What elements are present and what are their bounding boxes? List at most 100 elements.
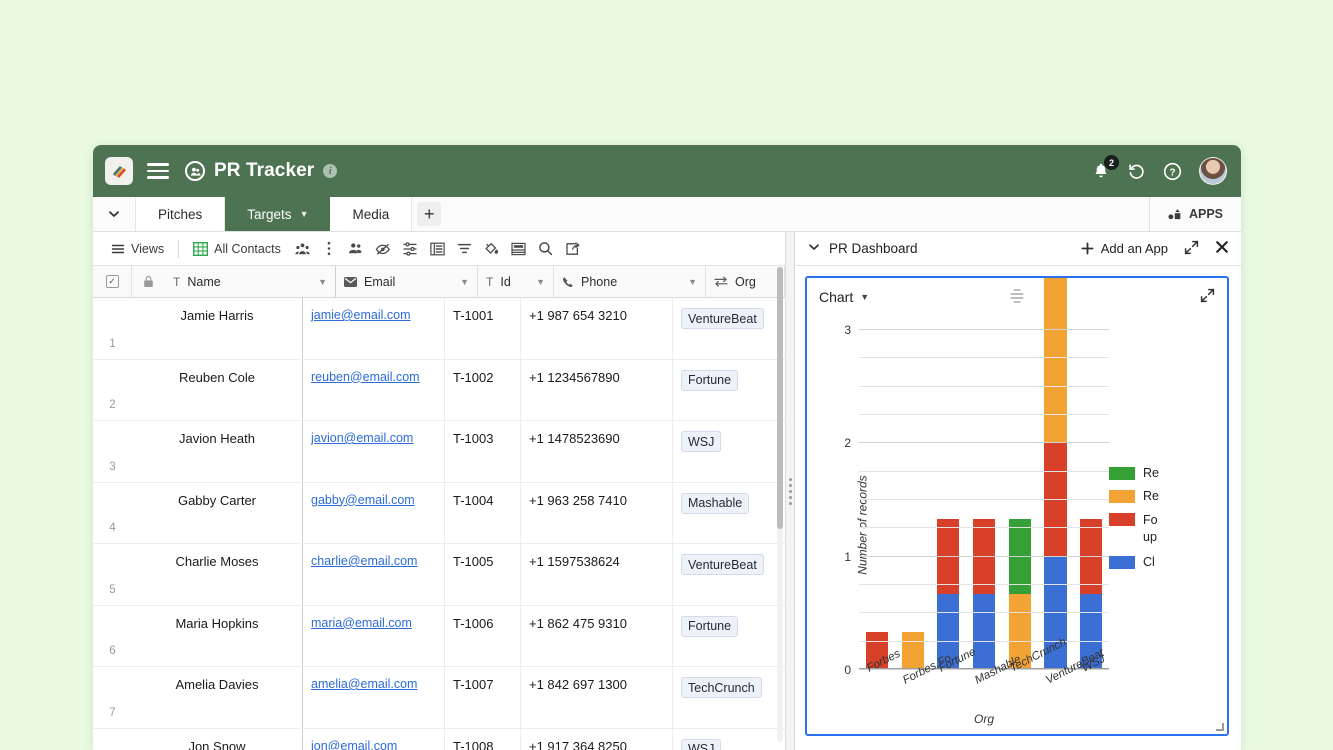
cell-name[interactable]: Jamie Harris	[132, 298, 303, 359]
chart-legend-item[interactable]: Re	[1109, 489, 1227, 503]
tab-targets-chevron-down-icon[interactable]: ▼	[300, 209, 309, 219]
cell-org[interactable]: WSJ	[673, 421, 785, 482]
hide-eye-icon[interactable]	[370, 232, 397, 265]
bell-icon[interactable]: 2	[1092, 155, 1119, 180]
add-tab-button[interactable]: +	[412, 197, 446, 231]
current-view-button[interactable]: All Contacts	[185, 232, 289, 265]
email-link[interactable]: reuben@email.com	[311, 370, 420, 421]
cell-org[interactable]: Fortune	[673, 360, 785, 421]
cell-email[interactable]: reuben@email.com	[303, 359, 445, 421]
cell-id[interactable]: T-1004	[445, 482, 521, 543]
column-header-org[interactable]: Org	[706, 266, 785, 297]
info-icon[interactable]: i	[323, 164, 338, 178]
chart-bar-segment[interactable]	[972, 594, 996, 670]
cell-org[interactable]: VentureBeat	[673, 298, 785, 359]
dashboard-expand-diagonal-icon[interactable]	[1184, 240, 1199, 258]
email-link[interactable]: gabby@email.com	[311, 493, 415, 544]
tab-pitches[interactable]: Pitches	[136, 197, 226, 231]
column-header-id-chevron-down-icon[interactable]: ▼	[536, 277, 545, 287]
chart-legend-item[interactable]: Fo up	[1109, 512, 1227, 546]
add-user-icon[interactable]	[343, 232, 370, 265]
cell-name[interactable]: Jon Snow	[132, 728, 303, 750]
column-header-email[interactable]: Email ▼	[336, 266, 478, 297]
export-icon[interactable]	[559, 232, 586, 265]
org-reference-chip[interactable]: Mashable	[681, 492, 750, 514]
widget-expand-diagonal-icon[interactable]	[1200, 288, 1215, 306]
email-link[interactable]: jamie@email.com	[311, 308, 411, 359]
cell-id[interactable]: T-1007	[445, 667, 521, 728]
widget-chevron-down-icon[interactable]: ▼	[860, 292, 869, 302]
hamburger-menu-icon[interactable]	[147, 159, 169, 183]
column-header-name[interactable]: T Name ▼	[165, 266, 336, 297]
cell-phone[interactable]: +1 1597538624	[521, 544, 673, 605]
fill-color-icon[interactable]	[478, 232, 505, 265]
cell-phone[interactable]: +1 963 258 7410	[521, 482, 673, 543]
table-row[interactable]: 8Jon Snow jon@email.com T-1008+1 917 364 8…	[93, 728, 785, 750]
chart-bar[interactable]	[937, 443, 960, 670]
org-reference-chip[interactable]: Fortune	[681, 615, 739, 637]
sort-settings-icon[interactable]	[397, 232, 424, 265]
cell-org[interactable]: VentureBeat	[673, 544, 785, 605]
email-link[interactable]: maria@email.com	[311, 616, 412, 667]
pane-splitter[interactable]	[785, 232, 795, 750]
cell-name[interactable]: Amelia Davies	[132, 667, 303, 728]
chart-widget[interactable]: Chart ▼ Number of records 0123 Forbes Fo…	[805, 276, 1229, 736]
org-reference-chip[interactable]: Fortune	[681, 369, 739, 391]
widget-title[interactable]: Chart	[819, 289, 853, 305]
chart-bar[interactable]	[1008, 443, 1031, 670]
chart-legend-item[interactable]: Re	[1109, 466, 1227, 480]
column-header-phone[interactable]: Phone ▼	[554, 266, 706, 297]
email-link[interactable]: amelia@email.com	[311, 677, 417, 728]
chart-bar[interactable]	[1044, 278, 1067, 670]
views-button[interactable]: Views	[103, 232, 172, 265]
cell-id[interactable]: T-1002	[445, 359, 521, 420]
email-link[interactable]: jon@email.com	[311, 739, 397, 750]
chart-legend-item[interactable]: Cl	[1109, 555, 1227, 569]
widget-resize-corner-icon[interactable]	[1216, 723, 1224, 731]
add-an-app-button[interactable]: Add an App	[1081, 241, 1168, 256]
select-all-checkbox[interactable]: ✓	[93, 266, 132, 297]
cell-phone[interactable]: +1 1478523690	[521, 421, 673, 482]
email-link[interactable]: javion@email.com	[311, 431, 413, 482]
widget-drag-grip-icon[interactable]	[1010, 289, 1024, 303]
cell-name[interactable]: Gabby Carter	[132, 482, 303, 543]
cell-email[interactable]: jamie@email.com	[303, 298, 445, 359]
cell-id[interactable]: T-1008	[445, 728, 521, 750]
column-header-name-chevron-down-icon[interactable]: ▼	[318, 277, 327, 287]
filter-icon[interactable]	[451, 232, 478, 265]
history-revert-icon[interactable]	[1127, 162, 1146, 181]
grid-vertical-scrollbar[interactable]	[777, 264, 783, 742]
cell-email[interactable]: maria@email.com	[303, 605, 445, 667]
column-header-email-chevron-down-icon[interactable]: ▼	[460, 277, 469, 287]
cell-org[interactable]: TechCrunch	[673, 667, 785, 728]
cell-email[interactable]: javion@email.com	[303, 421, 445, 482]
chart-bar[interactable]	[972, 443, 996, 670]
cell-id[interactable]: T-1005	[445, 544, 521, 605]
cell-id[interactable]: T-1001	[445, 298, 521, 359]
table-row[interactable]: 5 Charlie Moses charlie@email.com T-1005 +1 …	[93, 544, 785, 606]
column-header-phone-chevron-down-icon[interactable]: ▼	[688, 277, 697, 287]
app-logo-icon[interactable]	[105, 157, 133, 185]
email-link[interactable]: charlie@email.com	[311, 554, 417, 605]
cell-email[interactable]: gabby@email.com	[303, 482, 445, 544]
org-reference-chip[interactable]: VentureBeat	[681, 308, 764, 329]
cell-phone[interactable]: +1 862 475 9310	[521, 605, 673, 666]
grid-scrollbar-thumb[interactable]	[777, 267, 783, 529]
table-row[interactable]: 6 Maria Hopkins maria@email.com T-1006 +1 86…	[93, 605, 785, 667]
cell-name[interactable]: Javion Heath	[132, 421, 303, 482]
org-reference-chip[interactable]: TechCrunch	[681, 677, 762, 698]
cell-org[interactable]: Mashable	[673, 483, 785, 544]
column-header-id[interactable]: T Id ▼	[478, 266, 554, 297]
cell-format-icon[interactable]	[505, 232, 532, 265]
help-question-icon[interactable]: ?	[1163, 162, 1182, 181]
cell-phone[interactable]: +1 1234567890	[521, 359, 673, 420]
table-row[interactable]: 3 Javion Heath javion@email.com T-1003 +1 14…	[93, 421, 785, 483]
share-people-icon[interactable]	[289, 232, 316, 265]
tabs-collapse-chevron-down-icon[interactable]	[93, 197, 136, 231]
cell-name[interactable]: Charlie Moses	[132, 544, 303, 605]
avatar[interactable]	[1199, 157, 1227, 185]
cell-id[interactable]: T-1006	[445, 605, 521, 666]
cell-name[interactable]: Maria Hopkins	[132, 605, 303, 666]
cell-email[interactable]: charlie@email.com	[303, 544, 445, 605]
chart-bar-segment[interactable]	[1044, 278, 1067, 444]
